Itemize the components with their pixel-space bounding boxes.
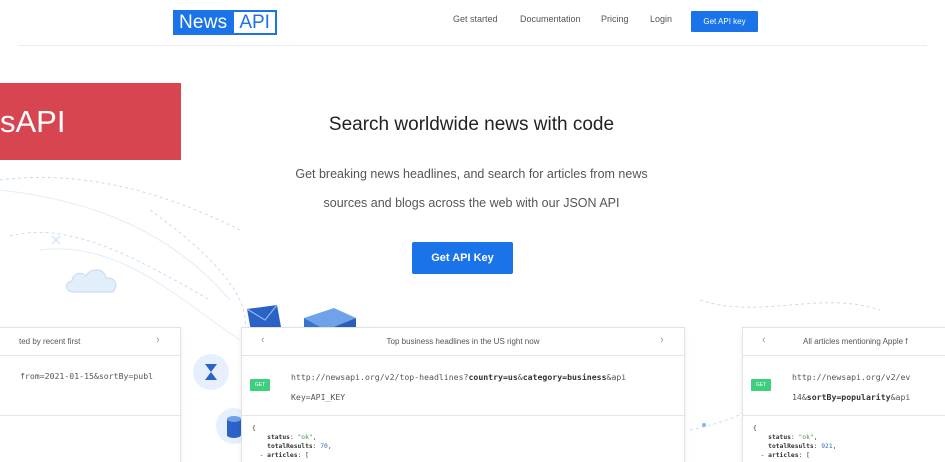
code-key-status: status [267,434,290,441]
example-card-right: ‹ All articles mentioning Apple f GET ht… [742,327,945,462]
code-key-total: totalResults [267,443,313,450]
url-param-country: country=us [468,372,518,382]
request-url-text: http://newsapi.org/v2/ev 14&sortBy=popula… [792,367,910,407]
code-brace: { [252,425,256,432]
card-header: ted by recent first › [0,328,180,356]
hero-subtitle-line-2: sources and blogs across the web with ou… [323,196,620,210]
request-url-text: http://newsapi.org/v2/top-headlines?coun… [291,367,626,407]
url-api: &api [606,372,627,382]
url-param-sortby: sortBy=popularity [806,392,891,402]
get-method-badge: GET [751,379,771,391]
nav-divider [18,45,927,46]
chevron-left-icon[interactable]: ‹ [762,334,766,346]
nav-link-get-started[interactable]: Get started [453,14,498,24]
card-title: Top business headlines in the US right n… [386,337,540,346]
get-method-badge: GET [250,379,270,391]
code-val-status: "ok" [297,434,313,441]
get-api-key-hero-button[interactable]: Get API Key [412,242,513,274]
code-key-total: totalResults [768,443,814,450]
nav-link-login[interactable]: Login [650,14,672,24]
logo-news-text: News [173,10,233,35]
nav-link-documentation[interactable]: Documentation [520,14,581,24]
hourglass-icon [193,354,229,390]
code-key-status: status [768,434,791,441]
nav-link-pricing[interactable]: Pricing [601,14,629,24]
chevron-right-icon[interactable]: › [660,334,664,346]
logo-api-text: API [232,10,277,35]
card-request-url: GET http://newsapi.org/v2/top-headlines?… [242,356,684,416]
json-response: { status: "ok", totalResults: 70, - arti… [252,425,332,459]
code-val-total: 921 [821,443,833,450]
code-val-status: "ok" [798,434,814,441]
example-card-left: ted by recent first › from=2021-01-15&so… [0,327,181,462]
hero-title: Search worldwide news with code [0,114,945,136]
url-part: 14& [792,392,807,402]
card-header: ‹ All articles mentioning Apple f [743,328,945,356]
url-base: http://newsapi.org/v2/top-headlines? [291,372,469,382]
cloud-icon [66,269,117,293]
chevron-right-icon[interactable]: › [156,334,160,346]
code-bracket: [ [305,452,309,459]
code-key-articles[interactable]: articles [768,452,798,459]
url-api: &api [890,392,911,402]
card-request-url: from=2021-01-15&sortBy=publ [0,356,180,416]
url-param-category: category=business [522,372,607,382]
card-header: ‹ Top business headlines in the US right… [242,328,684,356]
code-val-total: 70 [320,443,328,450]
json-response: { status: "ok", totalResults: 921, - art… [753,425,837,459]
card-request-url: GET http://newsapi.org/v2/ev 14&sortBy=po… [743,356,945,416]
request-url-text: from=2021-01-15&sortBy=publ [20,371,154,381]
card-title: ted by recent first [19,337,81,346]
url-api-key: Key=API_KEY [291,392,346,402]
code-bracket: [ [806,452,810,459]
news-api-logo[interactable]: News API [173,10,277,35]
top-navigation: News API Get started Documentation Prici… [0,0,945,46]
card-title: All articles mentioning Apple f [803,337,908,346]
code-brace: { [753,425,757,432]
get-api-key-nav-button[interactable]: Get API key [691,11,758,32]
hero-title-text: Search worldwide news with code [328,114,615,135]
url-base: http://newsapi.org/v2/ev [792,372,911,382]
example-card-center: ‹ Top business headlines in the US right… [241,327,685,462]
hero-subtitle-line-1: Get breaking news headlines, and search … [295,167,648,181]
code-key-articles[interactable]: articles [267,452,297,459]
